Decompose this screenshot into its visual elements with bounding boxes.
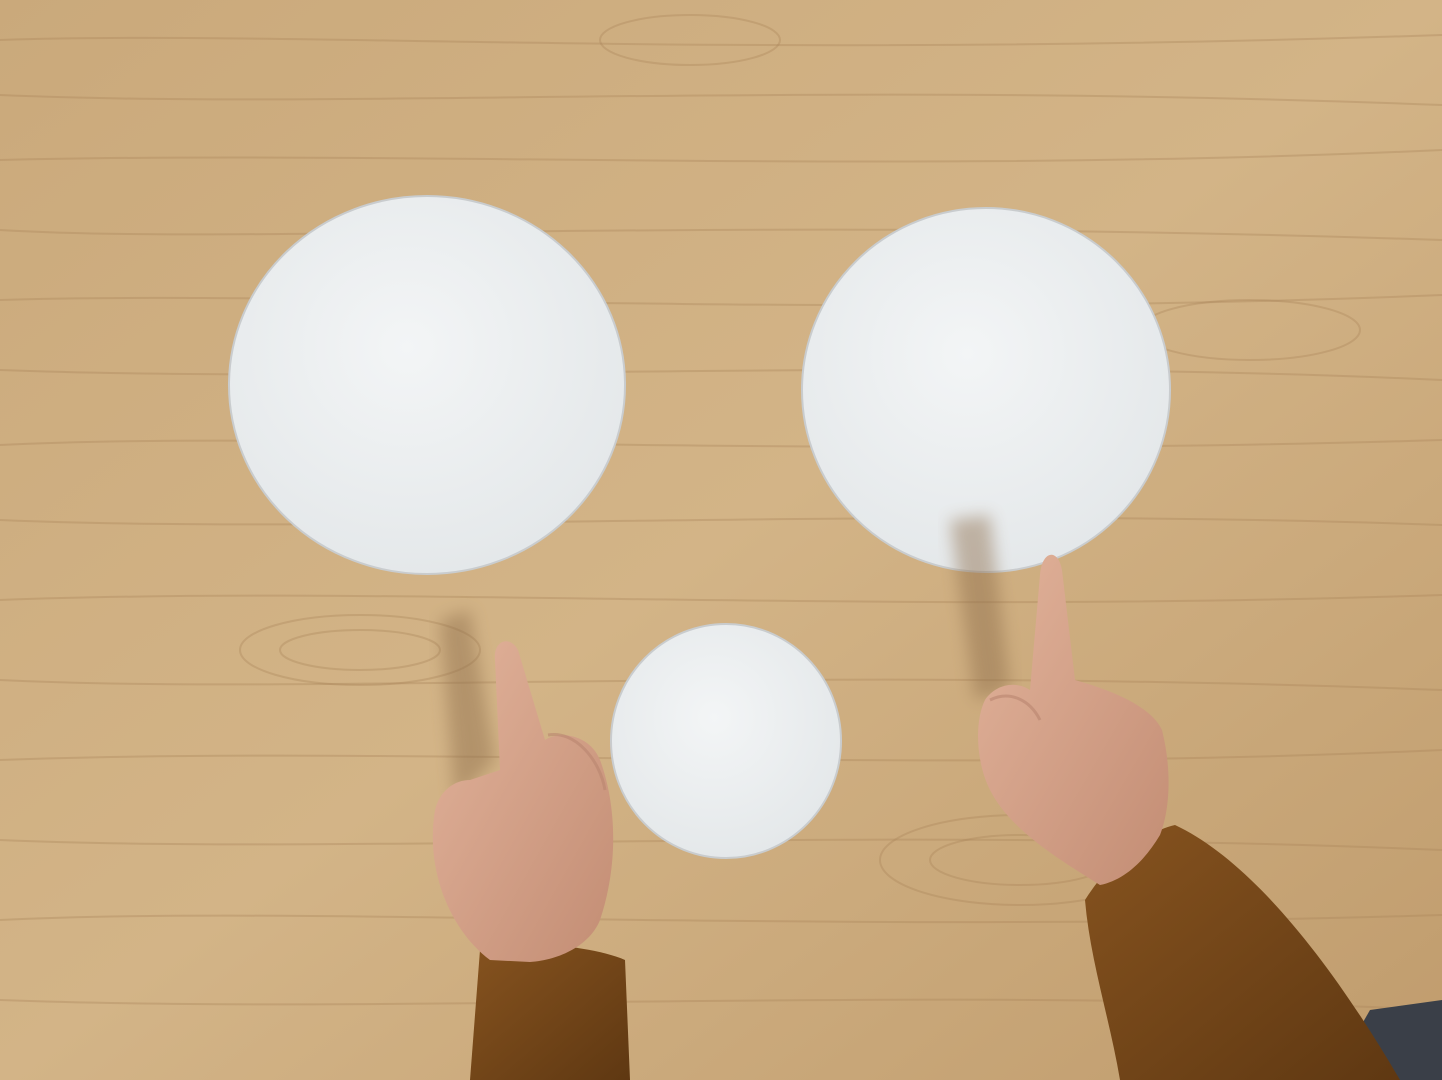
photo-scene	[0, 0, 1442, 1080]
paper-circle-large-left	[228, 195, 626, 575]
left-sleeve	[470, 944, 630, 1080]
paper-circle-small-center	[610, 623, 842, 859]
